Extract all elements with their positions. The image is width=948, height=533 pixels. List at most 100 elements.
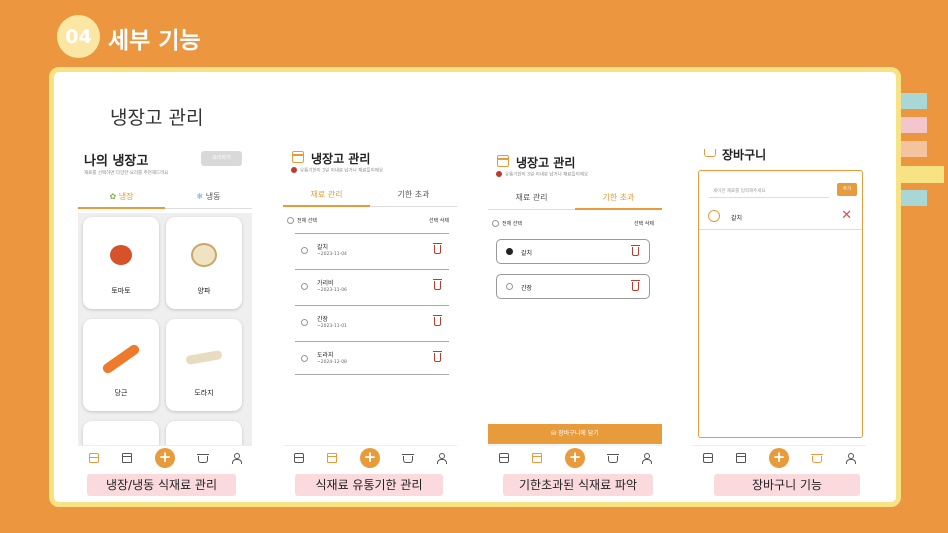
add-button[interactable]: + bbox=[564, 447, 585, 468]
tab-freezer[interactable]: ❄ 냉동 bbox=[165, 189, 252, 209]
decor-stripe bbox=[901, 117, 927, 133]
check-icon[interactable] bbox=[301, 319, 308, 326]
screen-title: 장바구니 bbox=[722, 148, 767, 162]
list-item[interactable]: 도라지 ~2024-12-08 bbox=[295, 341, 449, 375]
add-ingredient-button[interactable]: 추가 bbox=[837, 183, 857, 196]
item-name: 갈치 bbox=[521, 250, 533, 257]
tab-expired[interactable]: 기한 초과 bbox=[575, 190, 662, 210]
calendar-icon[interactable] bbox=[532, 452, 543, 463]
checked-icon[interactable] bbox=[506, 248, 513, 255]
ingredient-grid: 토마토 양파 당근 도라지 bbox=[78, 213, 252, 469]
expired-item-card[interactable]: 간장 bbox=[496, 274, 650, 299]
ingredient-card-carrot[interactable]: 당근 bbox=[83, 319, 159, 411]
item-expiry: ~2023-11-01 bbox=[317, 324, 347, 329]
caption-fridge-freezer: 냉장/냉동 식재료 관리 bbox=[87, 474, 236, 496]
cart-container: 새이한 재료를 입력해주세요 추가 갈치 ✕ bbox=[698, 170, 863, 438]
screen-subtitle: 재료를 선택하면 다양한 요리를 추천해드려요 bbox=[84, 171, 169, 176]
user-icon[interactable] bbox=[231, 452, 242, 464]
calendar-icon[interactable] bbox=[736, 452, 747, 463]
trash-icon[interactable] bbox=[432, 315, 442, 326]
select-all-label: 전체 선택 bbox=[502, 221, 522, 227]
tab-ingredient-management[interactable]: 재료 관리 bbox=[488, 190, 575, 210]
user-icon[interactable] bbox=[845, 452, 856, 464]
item-name: 갈치 bbox=[731, 215, 743, 222]
ingredient-card-tomato[interactable]: 토마토 bbox=[83, 217, 159, 309]
tab-fridge[interactable]: ✿ 냉장 bbox=[78, 189, 165, 209]
calendar-icon bbox=[497, 155, 509, 167]
decor-stripe bbox=[901, 141, 927, 157]
trash-icon[interactable] bbox=[432, 279, 442, 290]
item-name: 가리비 bbox=[317, 280, 334, 287]
expired-item-card[interactable]: 갈치 bbox=[496, 239, 650, 264]
decor-stripe bbox=[901, 93, 927, 109]
screen-shopping-cart: 장바구니 새이한 재료를 입력해주세요 추가 갈치 ✕ + bbox=[692, 145, 866, 469]
fridge-icon[interactable] bbox=[499, 452, 510, 463]
item-name: 도라지 bbox=[317, 352, 334, 359]
storage-tabs: ✿ 냉장 ❄ 냉동 bbox=[78, 189, 252, 209]
bottom-nav: + bbox=[78, 445, 252, 469]
add-to-cart-button[interactable]: ⛁ 장바구니에 담기 bbox=[488, 424, 662, 444]
basket-icon[interactable] bbox=[401, 454, 414, 463]
tab-ingredient-management[interactable]: 재료 관리 bbox=[283, 187, 370, 207]
trash-icon[interactable] bbox=[432, 243, 442, 254]
trash-icon[interactable] bbox=[630, 245, 640, 256]
delete-selected-button[interactable]: 선택 삭제 bbox=[429, 217, 449, 224]
list-item[interactable]: 갈치 ~2023-11-04 bbox=[295, 233, 449, 267]
cart-item[interactable]: 갈치 ✕ bbox=[699, 205, 862, 230]
user-icon[interactable] bbox=[641, 452, 652, 464]
ingredient-label: 토마토 bbox=[111, 287, 131, 295]
user-icon[interactable] bbox=[436, 452, 447, 464]
fridge-icon[interactable] bbox=[294, 452, 305, 463]
add-button[interactable]: + bbox=[154, 447, 175, 468]
trash-icon[interactable] bbox=[630, 280, 640, 291]
caption-expired-items: 기한초과된 식재료 파악 bbox=[503, 474, 653, 496]
section-number-badge: 04 bbox=[57, 15, 100, 58]
add-to-cart-label: 장바구니에 담기 bbox=[558, 430, 599, 437]
basket-icon[interactable] bbox=[810, 454, 823, 463]
fridge-icon[interactable] bbox=[89, 452, 100, 463]
alert-icon bbox=[291, 167, 297, 173]
calendar-icon bbox=[292, 151, 304, 163]
tab-label: 냉동 bbox=[205, 192, 221, 201]
ingredient-card-bellflower[interactable]: 도라지 bbox=[166, 319, 242, 411]
decor-stripe bbox=[901, 190, 927, 206]
bottom-nav: + bbox=[692, 445, 866, 469]
trash-icon[interactable] bbox=[432, 351, 442, 362]
check-icon[interactable] bbox=[301, 247, 308, 254]
snowflake-icon: ❄ bbox=[196, 192, 204, 201]
add-button[interactable]: + bbox=[768, 447, 789, 468]
ingredient-label: 양파 bbox=[197, 287, 211, 295]
cook-button[interactable]: 요리하기 bbox=[201, 151, 242, 166]
basket-icon[interactable] bbox=[196, 454, 209, 463]
close-icon[interactable]: ✕ bbox=[841, 208, 852, 223]
check-circle-icon[interactable] bbox=[708, 210, 720, 222]
expiry-notice: 유통기한이 3일 이내로 남거나 재료들이에요 bbox=[291, 167, 383, 174]
selection-bar: 전체 선택 선택 삭제 bbox=[492, 220, 654, 227]
calendar-icon[interactable] bbox=[122, 452, 133, 463]
fridge-icon[interactable] bbox=[703, 452, 714, 463]
ingredient-card-onion[interactable]: 양파 bbox=[166, 217, 242, 309]
caption-shopping-cart: 장바구니 기능 bbox=[714, 474, 860, 496]
add-button[interactable]: + bbox=[359, 447, 380, 468]
leaf-icon: ✿ bbox=[109, 192, 117, 201]
expiry-notice: 유통기한이 3일 이내로 남거나 재료들이에요 bbox=[496, 171, 588, 178]
calendar-icon[interactable] bbox=[327, 452, 338, 463]
caption-expiry-management: 식재료 유통기한 관리 bbox=[295, 474, 443, 496]
check-icon[interactable] bbox=[301, 283, 308, 290]
alert-icon bbox=[496, 171, 502, 177]
ingredient-input[interactable]: 새이한 재료를 입력해주세요 bbox=[709, 185, 829, 198]
basket-icon[interactable] bbox=[606, 454, 619, 463]
list-item[interactable]: 간장 ~2023-11-01 bbox=[295, 305, 449, 339]
screen-my-fridge: 나의 냉장고 요리하기 재료를 선택하면 다양한 요리를 추천해드려요 ✿ 냉장… bbox=[78, 145, 252, 469]
check-icon[interactable] bbox=[506, 283, 513, 290]
select-all[interactable]: 전체 선택 bbox=[492, 220, 522, 227]
screen-title: 나의 냉장고 bbox=[84, 154, 149, 169]
section-title: 세부 기능 bbox=[108, 28, 201, 54]
list-item[interactable]: 가리비 ~2023-11-06 bbox=[295, 269, 449, 303]
delete-selected-button[interactable]: 선택 삭제 bbox=[634, 220, 654, 227]
select-all[interactable]: 전체 선택 bbox=[287, 217, 317, 224]
onion-icon bbox=[191, 243, 217, 267]
tomato-icon bbox=[110, 245, 132, 265]
tab-expired[interactable]: 기한 초과 bbox=[370, 187, 457, 207]
check-icon[interactable] bbox=[301, 355, 308, 362]
